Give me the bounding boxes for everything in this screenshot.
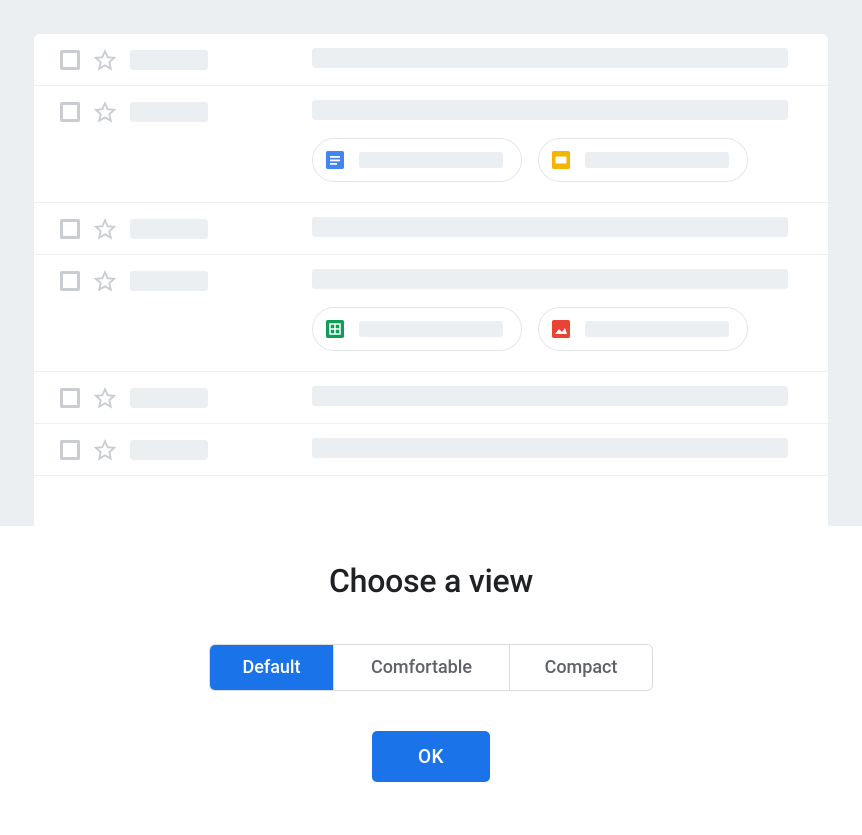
chip-label-placeholder bbox=[585, 152, 729, 168]
mail-row bbox=[34, 203, 828, 255]
attachment-chip-sheets bbox=[312, 307, 522, 351]
chip-label-placeholder bbox=[359, 321, 503, 337]
sender-placeholder bbox=[130, 440, 208, 460]
star-icon bbox=[94, 101, 116, 123]
density-preview bbox=[0, 0, 862, 526]
inbox-preview-card bbox=[34, 34, 828, 526]
subject-placeholder bbox=[312, 386, 788, 406]
star-icon bbox=[94, 387, 116, 409]
sender-placeholder bbox=[130, 102, 208, 122]
attachment-chip-image bbox=[538, 307, 748, 351]
star-icon bbox=[94, 218, 116, 240]
star-icon bbox=[94, 49, 116, 71]
mail-row bbox=[34, 34, 828, 86]
density-option-compact[interactable]: Compact bbox=[510, 645, 652, 690]
subject-placeholder bbox=[312, 100, 788, 120]
density-option-comfortable[interactable]: Comfortable bbox=[334, 645, 510, 690]
subject-placeholder bbox=[312, 438, 788, 458]
slides-icon bbox=[549, 148, 573, 172]
checkbox-icon bbox=[60, 219, 80, 239]
attachment-chip-slides bbox=[538, 138, 748, 182]
subject-placeholder bbox=[312, 48, 788, 68]
choose-view-dialog: Choose a view Default Comfortable Compac… bbox=[0, 526, 862, 822]
checkbox-icon bbox=[60, 388, 80, 408]
chip-label-placeholder bbox=[359, 152, 503, 168]
mail-row bbox=[34, 255, 828, 372]
checkbox-icon bbox=[60, 50, 80, 70]
checkbox-icon bbox=[60, 271, 80, 291]
dialog-title: Choose a view bbox=[0, 562, 862, 600]
sender-placeholder bbox=[130, 388, 208, 408]
sender-placeholder bbox=[130, 219, 208, 239]
image-icon bbox=[549, 317, 573, 341]
star-icon bbox=[94, 439, 116, 461]
ok-button[interactable]: OK bbox=[372, 731, 490, 782]
mail-row bbox=[34, 424, 828, 476]
density-segmented-control: Default Comfortable Compact bbox=[209, 644, 653, 691]
sender-placeholder bbox=[130, 271, 208, 291]
subject-placeholder bbox=[312, 269, 788, 289]
star-icon bbox=[94, 270, 116, 292]
mail-row bbox=[34, 372, 828, 424]
sender-placeholder bbox=[130, 50, 208, 70]
subject-placeholder bbox=[312, 217, 788, 237]
chip-label-placeholder bbox=[585, 321, 729, 337]
sheets-icon bbox=[323, 317, 347, 341]
docs-icon bbox=[323, 148, 347, 172]
attachment-chip-docs bbox=[312, 138, 522, 182]
mail-row bbox=[34, 86, 828, 203]
checkbox-icon bbox=[60, 440, 80, 460]
density-option-default[interactable]: Default bbox=[210, 645, 334, 690]
checkbox-icon bbox=[60, 102, 80, 122]
